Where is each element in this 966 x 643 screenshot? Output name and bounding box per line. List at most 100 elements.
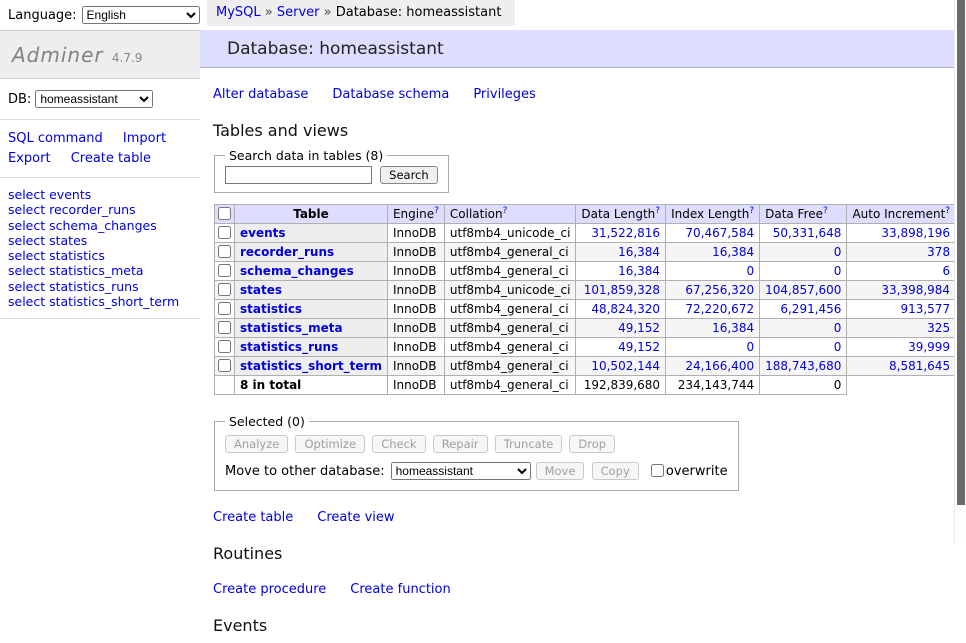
data-length-link[interactable]: 49,152 — [618, 340, 660, 354]
sidebar-action-create-table[interactable]: Create table — [71, 151, 151, 166]
database-link-privileges[interactable]: Privileges — [473, 87, 536, 102]
data-free-link[interactable]: 188,743,680 — [765, 359, 841, 373]
row-checkbox[interactable] — [218, 340, 231, 353]
sidebar-table-link[interactable]: select statistics_short_term — [8, 294, 192, 309]
auto-increment-link[interactable]: 8,581,645 — [889, 359, 950, 373]
data-length-link[interactable]: 16,384 — [618, 245, 660, 259]
database-link-alter-database[interactable]: Alter database — [213, 87, 308, 102]
db-select[interactable]: homeassistant — [35, 90, 153, 108]
auto-increment-link[interactable]: 913,577 — [900, 302, 950, 316]
table-link-schema-changes[interactable]: schema_changes — [240, 264, 354, 278]
data-length-link[interactable]: 101,859,328 — [584, 283, 660, 297]
copy-button[interactable]: Copy — [592, 462, 639, 480]
sidebar-table-link[interactable]: select events — [8, 187, 192, 202]
row-checkbox[interactable] — [218, 283, 231, 296]
sidebar-table-link[interactable]: select statistics_runs — [8, 279, 192, 294]
column-header-index-length: Index Length? — [666, 205, 760, 224]
data-free-cell: 50,331,648 — [760, 224, 847, 243]
language-select[interactable]: English — [82, 6, 200, 24]
column-help-link[interactable]: ? — [503, 206, 508, 216]
auto-increment-link[interactable]: 6 — [942, 264, 950, 278]
sidebar-action-import[interactable]: Import — [123, 131, 166, 146]
overwrite-checkbox[interactable] — [651, 464, 664, 477]
truncate-button[interactable]: Truncate — [495, 435, 563, 453]
sidebar-action-export[interactable]: Export — [8, 151, 51, 166]
auto-increment-link[interactable]: 33,398,984 — [881, 283, 950, 297]
row-checkbox[interactable] — [218, 359, 231, 372]
repair-button[interactable]: Repair — [433, 435, 488, 453]
table-link-events[interactable]: events — [240, 226, 286, 240]
auto-increment-cell: 8,581,645 — [847, 357, 956, 376]
index-length-link[interactable]: 0 — [746, 340, 754, 354]
routine-link-create-function[interactable]: Create function — [350, 582, 450, 597]
data-length-link[interactable]: 48,824,320 — [591, 302, 660, 316]
data-length-link[interactable]: 31,522,816 — [591, 226, 660, 240]
search-input[interactable] — [225, 166, 372, 184]
column-label: Table — [293, 207, 329, 221]
index-length-link[interactable]: 16,384 — [712, 321, 754, 335]
index-length-link[interactable]: 72,220,672 — [685, 302, 754, 316]
drop-button[interactable]: Drop — [569, 435, 615, 453]
scrollbar-thumb[interactable] — [957, 0, 965, 505]
routine-link-create-procedure[interactable]: Create procedure — [213, 582, 326, 597]
move-button[interactable]: Move — [536, 462, 585, 480]
create-links: Create table Create view — [213, 510, 966, 525]
breadcrumb-link-server[interactable]: Server — [277, 5, 320, 20]
sidebar-action-sql-command[interactable]: SQL command — [8, 131, 103, 146]
table-link-statistics-meta[interactable]: statistics_meta — [240, 321, 343, 335]
index-length-link[interactable]: 16,384 — [712, 245, 754, 259]
optimize-button[interactable]: Optimize — [295, 435, 365, 453]
data-free-link[interactable]: 0 — [834, 245, 842, 259]
column-help-link[interactable]: ? — [749, 206, 754, 216]
column-help-link[interactable]: ? — [434, 206, 439, 216]
create-link-create-table[interactable]: Create table — [213, 510, 293, 525]
sidebar-table-link[interactable]: select states — [8, 233, 192, 248]
create-link-create-view[interactable]: Create view — [317, 510, 394, 525]
column-help-link[interactable]: ? — [945, 206, 950, 216]
row-checkbox[interactable] — [218, 302, 231, 315]
data-free-link[interactable]: 50,331,648 — [773, 226, 842, 240]
column-help-link[interactable]: ? — [823, 206, 828, 216]
data-free-link[interactable]: 6,291,456 — [780, 302, 841, 316]
sidebar-table-link[interactable]: select schema_changes — [8, 218, 192, 233]
data-free-link[interactable]: 104,857,600 — [765, 283, 841, 297]
sidebar-table-link[interactable]: select recorder_runs — [8, 202, 192, 217]
auto-increment-cell: 39,999 — [847, 338, 956, 357]
data-length-link[interactable]: 49,152 — [618, 321, 660, 335]
auto-increment-link[interactable]: 33,898,196 — [881, 226, 950, 240]
auto-increment-link[interactable]: 39,999 — [908, 340, 950, 354]
select-all-checkbox[interactable] — [218, 207, 231, 220]
move-db-select[interactable]: homeassistant — [391, 462, 531, 480]
sidebar-table-link[interactable]: select statistics — [8, 248, 192, 263]
auto-increment-link[interactable]: 325 — [927, 321, 950, 335]
row-checkbox[interactable] — [218, 226, 231, 239]
data-free-link[interactable]: 0 — [834, 321, 842, 335]
data-length-link[interactable]: 16,384 — [618, 264, 660, 278]
check-button[interactable]: Check — [372, 435, 425, 453]
table-link-statistics-short-term[interactable]: statistics_short_term — [240, 359, 382, 373]
breadcrumb-separator: » — [261, 5, 277, 20]
sidebar-table-link[interactable]: select statistics_meta — [8, 263, 192, 278]
index-length-link[interactable]: 0 — [746, 264, 754, 278]
index-length-link[interactable]: 70,467,584 — [685, 226, 754, 240]
scrollbar[interactable] — [954, 0, 966, 543]
data-free-link[interactable]: 0 — [834, 264, 842, 278]
index-length-link[interactable]: 67,256,320 — [685, 283, 754, 297]
auto-increment-link[interactable]: 378 — [927, 245, 950, 259]
table-link-states[interactable]: states — [240, 283, 282, 297]
column-help-link[interactable]: ? — [655, 206, 660, 216]
row-checkbox[interactable] — [218, 264, 231, 277]
search-button[interactable]: Search — [380, 166, 438, 184]
breadcrumb-link-mysql[interactable]: MySQL — [216, 5, 261, 20]
table-link-statistics[interactable]: statistics — [240, 302, 302, 316]
table-link-recorder-runs[interactable]: recorder_runs — [240, 245, 334, 259]
row-checkbox[interactable] — [218, 245, 231, 258]
row-checkbox[interactable] — [218, 321, 231, 334]
analyze-button[interactable]: Analyze — [225, 435, 288, 453]
data-free-link[interactable]: 0 — [834, 340, 842, 354]
breadcrumb-current: Database: homeassistant — [336, 5, 502, 20]
table-link-statistics-runs[interactable]: statistics_runs — [240, 340, 338, 354]
database-link-database-schema[interactable]: Database schema — [332, 87, 449, 102]
index-length-link[interactable]: 24,166,400 — [685, 359, 754, 373]
data-length-link[interactable]: 10,502,144 — [591, 359, 660, 373]
